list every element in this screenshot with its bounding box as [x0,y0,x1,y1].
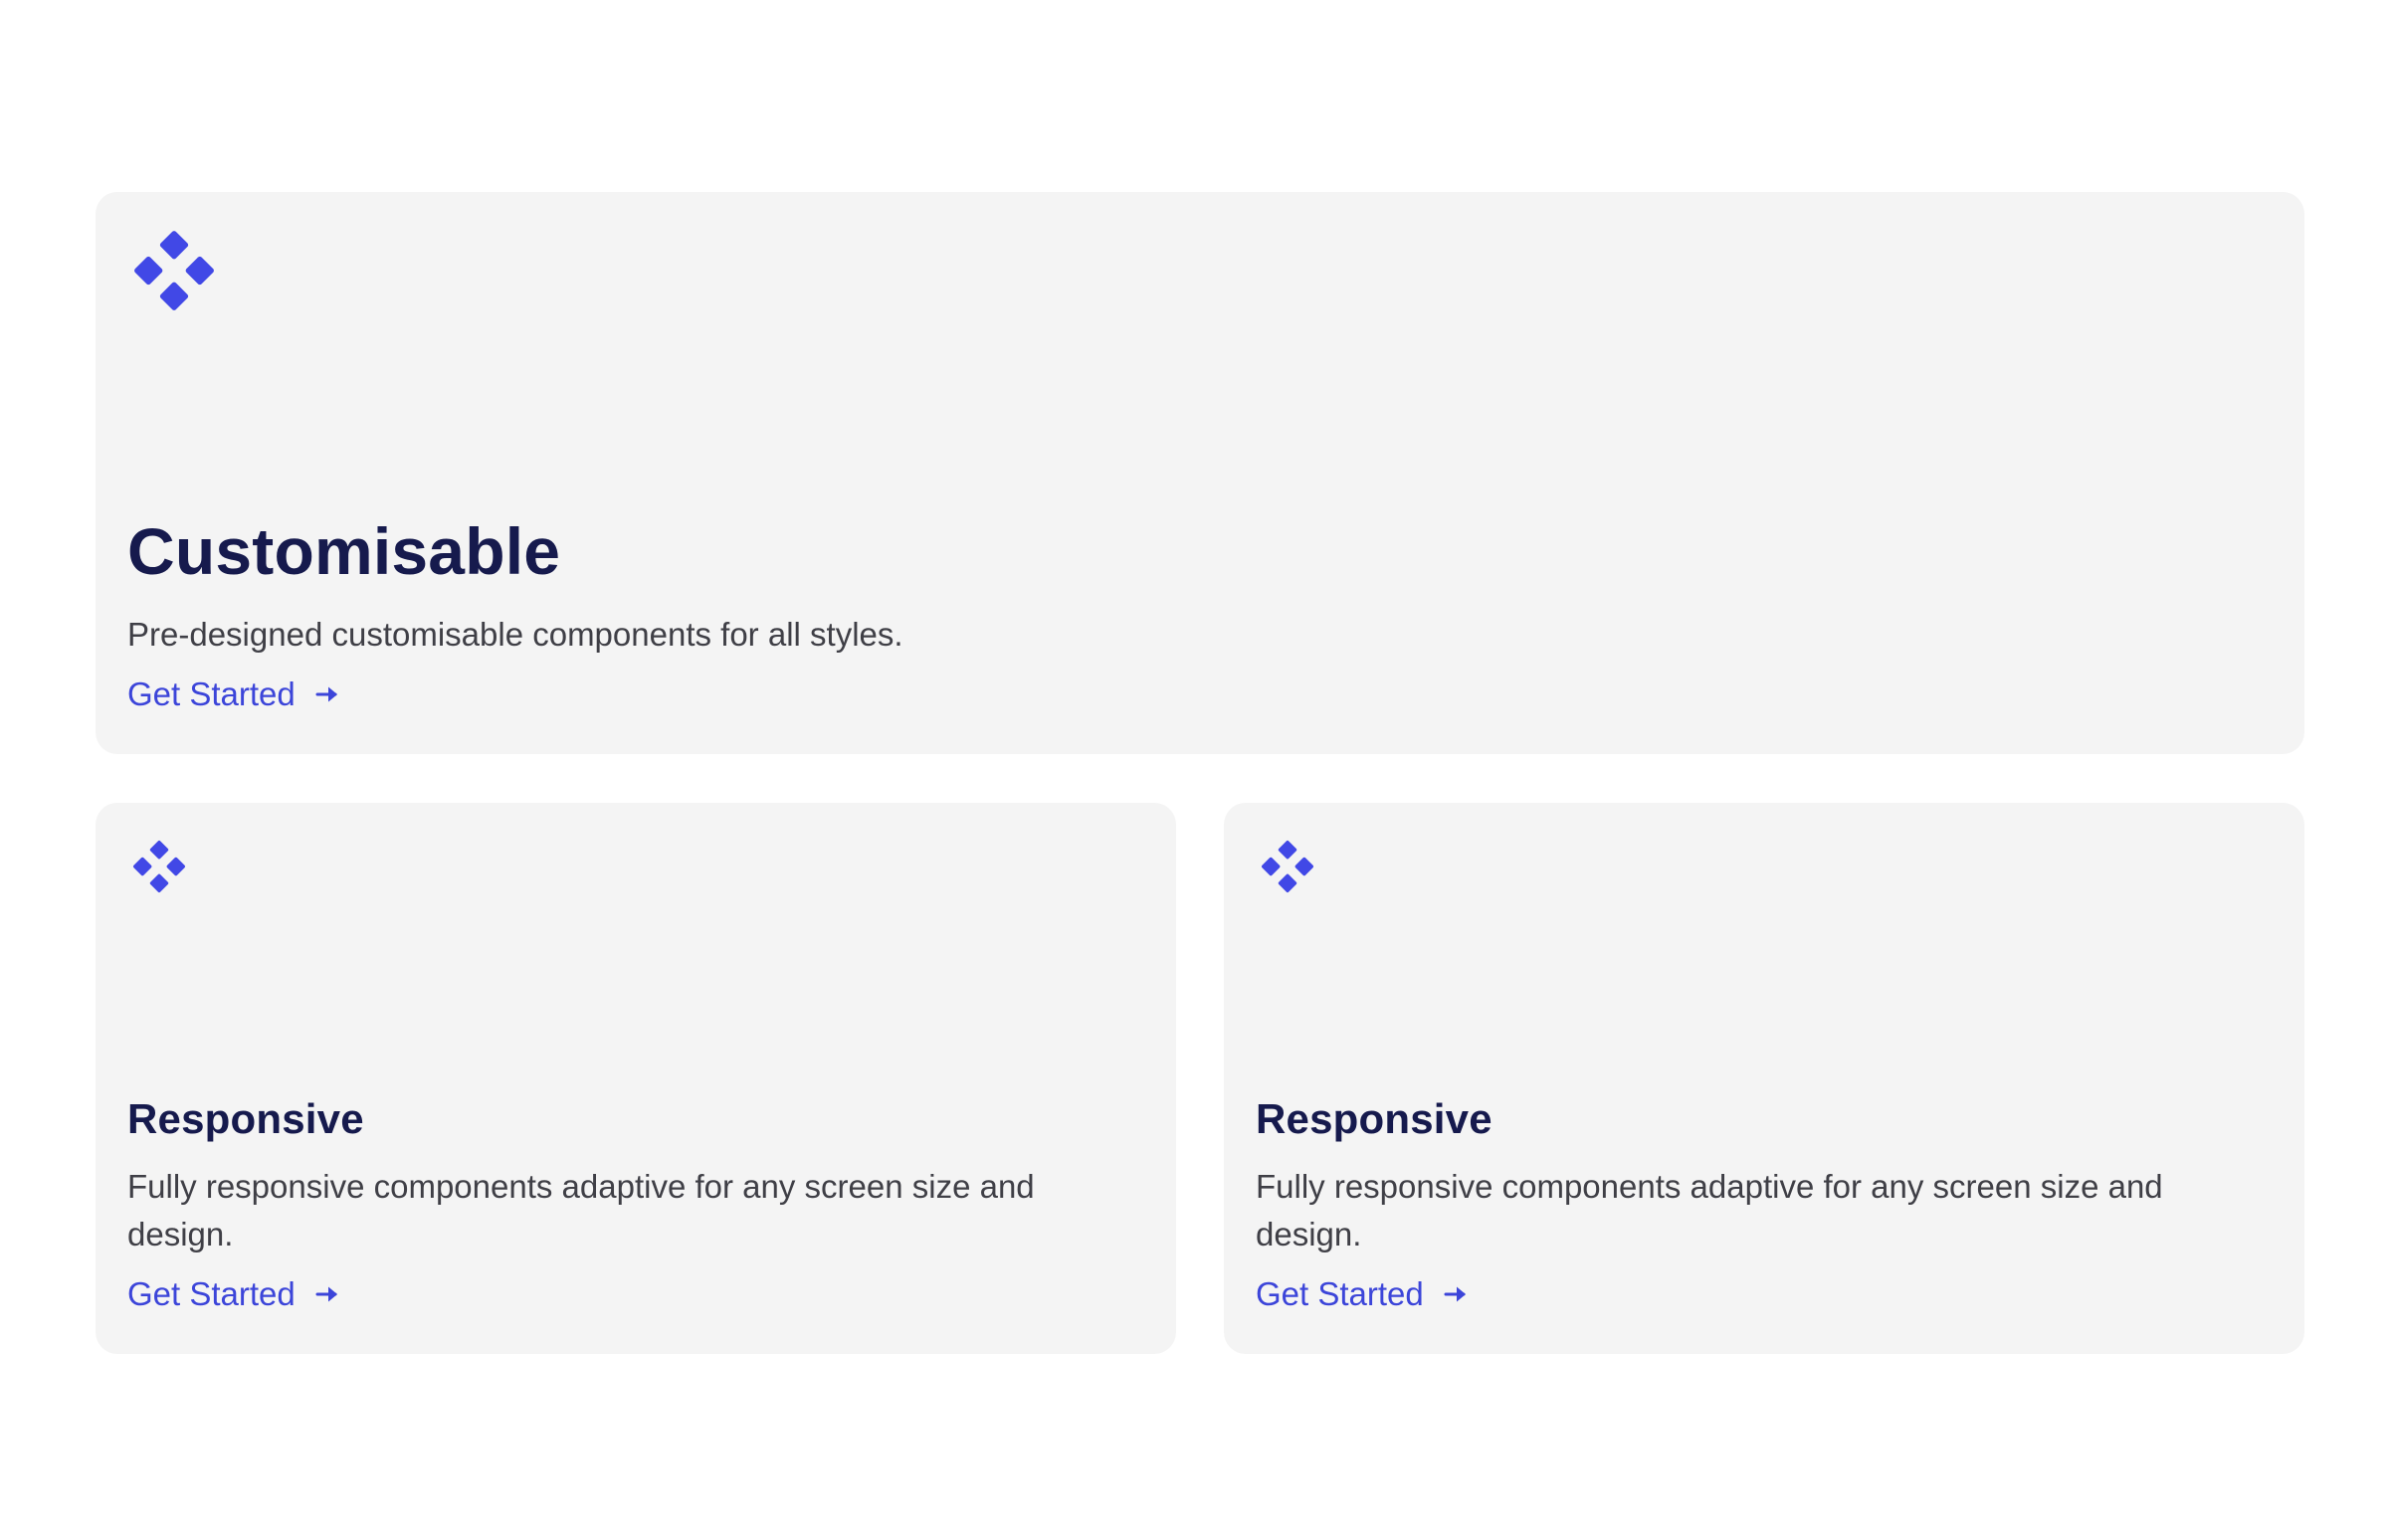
feature-card-responsive: Responsive Fully responsive components a… [96,803,1176,1354]
arrow-right-icon [315,686,337,702]
get-started-label: Get Started [127,675,296,712]
diamond-cluster-icon [132,840,186,893]
card-title: Responsive [1256,1095,1492,1142]
get-started-label: Get Started [1256,1275,1424,1312]
card-content: Responsive Fully responsive components a… [1256,1093,2265,1318]
arrow-right-icon [1444,1286,1466,1302]
card-title: Customisable [127,514,561,588]
get-started-label: Get Started [127,1275,296,1312]
get-started-link[interactable]: Get Started [1256,1270,1470,1318]
card-title: Responsive [127,1095,364,1142]
card-content: Customisable Pre-designed customisable c… [127,511,2265,718]
card-description: Fully responsive components adaptive for… [1256,1168,2163,1252]
get-started-link[interactable]: Get Started [127,1270,341,1318]
feature-card-customisable: Customisable Pre-designed customisable c… [96,192,2304,754]
get-started-link[interactable]: Get Started [127,671,341,718]
feature-card-responsive: Responsive Fully responsive components a… [1224,803,2304,1354]
card-content: Responsive Fully responsive components a… [127,1093,1136,1318]
arrow-right-icon [315,1286,337,1302]
feature-cards-grid: Customisable Pre-designed customisable c… [96,192,2304,1354]
card-description: Pre-designed customisable components for… [127,616,903,653]
diamond-cluster-icon [134,231,214,310]
card-description: Fully responsive components adaptive for… [127,1168,1035,1252]
diamond-cluster-icon [1261,840,1314,893]
